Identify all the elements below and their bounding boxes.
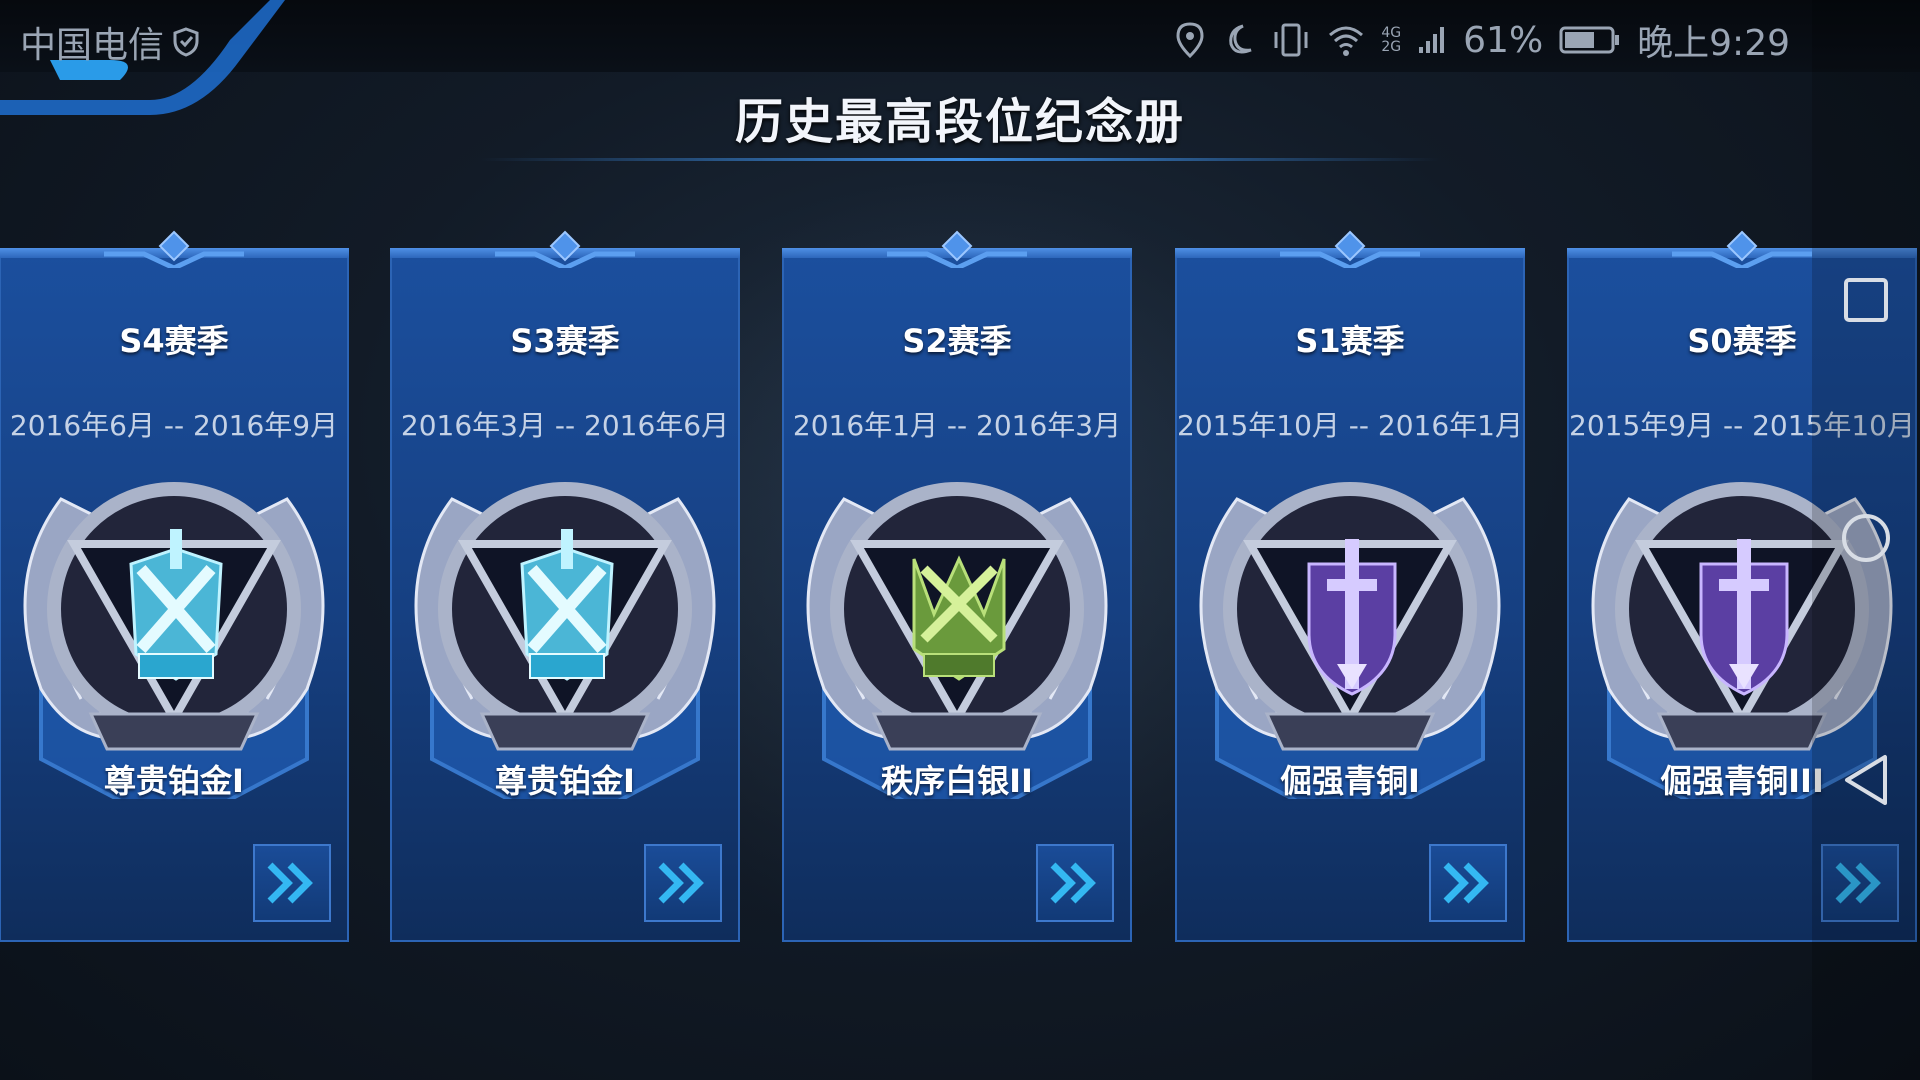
carrier-name: 中国电信 bbox=[20, 25, 165, 66]
shield-icon bbox=[173, 27, 199, 57]
network-type-primary: 4G bbox=[1381, 25, 1402, 41]
season-card[interactable]: S3赛季 2016年3月 -- 2016年6月 尊贵铂金I bbox=[390, 230, 740, 942]
rank-emblem bbox=[1, 439, 347, 832]
season-detail-button[interactable] bbox=[1429, 844, 1507, 922]
season-dates: 2015年10月 -- 2016年1月 bbox=[1177, 409, 1523, 442]
season-detail-button[interactable] bbox=[1036, 844, 1114, 922]
wifi-icon bbox=[1329, 26, 1364, 56]
recent-apps-button[interactable] bbox=[1834, 268, 1898, 332]
season-dates: 2016年1月 -- 2016年3月 bbox=[792, 409, 1122, 442]
season-label: S2赛季 bbox=[902, 322, 1012, 360]
rank-emblem-icon bbox=[23, 482, 325, 832]
diamond-ornament-icon bbox=[104, 230, 244, 268]
season-dates: 2016年3月 -- 2016年6月 bbox=[400, 409, 730, 442]
season-detail-button[interactable] bbox=[253, 844, 331, 922]
season-card[interactable]: S2赛季 2016年1月 -- 2016年3月 秩序白银II bbox=[782, 230, 1132, 942]
back-button[interactable] bbox=[1834, 748, 1898, 812]
status-indicators: 4G 2G 61% 晚上9:29 bbox=[1175, 14, 1790, 66]
double-chevron-right-icon bbox=[1050, 862, 1096, 904]
location-icon bbox=[1176, 22, 1204, 58]
battery-icon bbox=[1559, 26, 1620, 54]
season-card[interactable]: S1赛季 2015年10月 -- 2016年1月 倔强青铜I bbox=[1175, 230, 1525, 942]
page-title: 历史最高段位纪念册 bbox=[734, 94, 1185, 150]
title-divider bbox=[480, 158, 1440, 161]
rank-name: 尊贵铂金I bbox=[495, 762, 635, 800]
season-card[interactable]: S4赛季 2016年6月 -- 2016年9月 尊贵铂金I bbox=[0, 230, 349, 942]
rank-name: 倔强青铜I bbox=[1280, 762, 1420, 800]
rank-name: 秩序白银II bbox=[881, 762, 1033, 800]
signal-icon bbox=[1419, 27, 1445, 53]
double-chevron-right-icon bbox=[658, 862, 704, 904]
circle-icon bbox=[1842, 514, 1890, 562]
double-chevron-right-icon bbox=[267, 862, 313, 904]
rank-emblem-icon bbox=[1199, 482, 1501, 832]
network-type-secondary: 2G bbox=[1381, 39, 1402, 55]
season-label: S1赛季 bbox=[1295, 322, 1405, 360]
diamond-ornament-icon bbox=[1672, 230, 1812, 268]
diamond-ornament-icon bbox=[1280, 230, 1420, 268]
home-button[interactable] bbox=[1834, 506, 1898, 570]
diamond-ornament-icon bbox=[887, 230, 1027, 268]
season-detail-button[interactable] bbox=[644, 844, 722, 922]
moon-icon bbox=[1229, 24, 1252, 54]
season-label: S4赛季 bbox=[119, 322, 229, 360]
rank-emblem bbox=[392, 439, 738, 832]
rank-emblem bbox=[784, 439, 1130, 832]
diamond-ornament-icon bbox=[495, 230, 635, 268]
square-icon bbox=[1844, 278, 1888, 322]
rank-emblem-icon bbox=[806, 482, 1108, 832]
network-type: 4G 2G bbox=[1381, 26, 1401, 54]
rank-name: 尊贵铂金I bbox=[104, 762, 244, 800]
status-bar: 中国电信 4G 2G 61% 晚上9:29 bbox=[0, 0, 1920, 115]
system-nav-bar bbox=[1812, 0, 1920, 1080]
rank-emblem-icon bbox=[414, 482, 716, 832]
season-dates: 2016年6月 -- 2016年9月 bbox=[9, 409, 339, 442]
vibrate-icon bbox=[1274, 23, 1308, 57]
clock: 晚上9:29 bbox=[1637, 23, 1790, 64]
triangle-back-icon bbox=[1845, 755, 1887, 805]
season-label: S3赛季 bbox=[510, 322, 620, 360]
battery-percent: 61% bbox=[1463, 19, 1544, 61]
double-chevron-right-icon bbox=[1443, 862, 1489, 904]
rank-emblem bbox=[1177, 439, 1523, 832]
carrier-label: 中国电信 bbox=[20, 16, 200, 68]
